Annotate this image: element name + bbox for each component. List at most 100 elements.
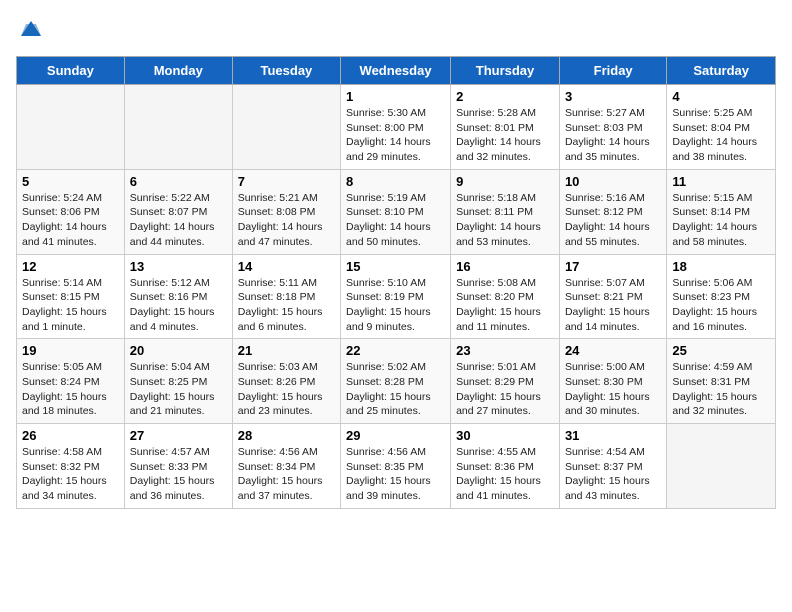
day-cell: 27 Sunrise: 4:57 AM Sunset: 8:33 PM Dayli… xyxy=(124,424,232,509)
day-cell: 31Sunrise: 4:54 AM Sunset: 8:37 PM Dayli… xyxy=(559,424,666,509)
day-cell: 18 Sunrise: 5:06 AM Sunset: 8:23 PM Dayli… xyxy=(667,254,776,339)
day-cell xyxy=(667,424,776,509)
day-cell: 11 Sunrise: 5:15 AM Sunset: 8:14 PM Dayli… xyxy=(667,169,776,254)
week-row-1: 1Sunrise: 5:30 AM Sunset: 8:00 PM Daylig… xyxy=(17,85,776,170)
day-number: 20 xyxy=(130,343,227,358)
day-cell: 14 Sunrise: 5:11 AM Sunset: 8:18 PM Dayli… xyxy=(232,254,340,339)
day-cell: 6 Sunrise: 5:22 AM Sunset: 8:07 PM Daylig… xyxy=(124,169,232,254)
day-info: Sunrise: 5:00 AM Sunset: 8:30 PM Dayligh… xyxy=(565,360,661,419)
day-cell: 4Sunrise: 5:25 AM Sunset: 8:04 PM Daylig… xyxy=(667,85,776,170)
day-number: 18 xyxy=(672,259,770,274)
day-info: Sunrise: 5:21 AM Sunset: 8:08 PM Dayligh… xyxy=(238,191,335,250)
day-info: Sunrise: 5:16 AM Sunset: 8:12 PM Dayligh… xyxy=(565,191,661,250)
day-number: 16 xyxy=(456,259,554,274)
day-number: 17 xyxy=(565,259,661,274)
day-info: Sunrise: 4:58 AM Sunset: 8:32 PM Dayligh… xyxy=(22,445,119,504)
day-number: 30 xyxy=(456,428,554,443)
day-info: Sunrise: 5:15 AM Sunset: 8:14 PM Dayligh… xyxy=(672,191,770,250)
day-number: 26 xyxy=(22,428,119,443)
day-number: 31 xyxy=(565,428,661,443)
calendar-body: 1Sunrise: 5:30 AM Sunset: 8:00 PM Daylig… xyxy=(17,85,776,509)
logo xyxy=(16,16,50,46)
day-number: 5 xyxy=(22,174,119,189)
day-cell: 15 Sunrise: 5:10 AM Sunset: 8:19 PM Dayli… xyxy=(341,254,451,339)
day-cell: 8Sunrise: 5:19 AM Sunset: 8:10 PM Daylig… xyxy=(341,169,451,254)
day-cell xyxy=(232,85,340,170)
day-cell: 29Sunrise: 4:56 AM Sunset: 8:35 PM Dayli… xyxy=(341,424,451,509)
day-info: Sunrise: 5:25 AM Sunset: 8:04 PM Dayligh… xyxy=(672,106,770,165)
day-number: 23 xyxy=(456,343,554,358)
header-sunday: Sunday xyxy=(17,57,125,85)
day-info: Sunrise: 5:11 AM Sunset: 8:18 PM Dayligh… xyxy=(238,276,335,335)
day-cell xyxy=(17,85,125,170)
day-number: 3 xyxy=(565,89,661,104)
day-number: 6 xyxy=(130,174,227,189)
week-row-3: 12 Sunrise: 5:14 AM Sunset: 8:15 PM Dayli… xyxy=(17,254,776,339)
week-row-2: 5 Sunrise: 5:24 AM Sunset: 8:06 PM Daylig… xyxy=(17,169,776,254)
day-info: Sunrise: 5:07 AM Sunset: 8:21 PM Dayligh… xyxy=(565,276,661,335)
day-cell: 19Sunrise: 5:05 AM Sunset: 8:24 PM Dayli… xyxy=(17,339,125,424)
day-cell: 30Sunrise: 4:55 AM Sunset: 8:36 PM Dayli… xyxy=(451,424,560,509)
page-header xyxy=(16,16,776,46)
day-cell: 16Sunrise: 5:08 AM Sunset: 8:20 PM Dayli… xyxy=(451,254,560,339)
header-thursday: Thursday xyxy=(451,57,560,85)
header-monday: Monday xyxy=(124,57,232,85)
day-number: 13 xyxy=(130,259,227,274)
day-cell: 26 Sunrise: 4:58 AM Sunset: 8:32 PM Dayli… xyxy=(17,424,125,509)
day-info: Sunrise: 5:19 AM Sunset: 8:10 PM Dayligh… xyxy=(346,191,445,250)
day-info: Sunrise: 5:06 AM Sunset: 8:23 PM Dayligh… xyxy=(672,276,770,335)
day-number: 28 xyxy=(238,428,335,443)
day-info: Sunrise: 5:18 AM Sunset: 8:11 PM Dayligh… xyxy=(456,191,554,250)
day-info: Sunrise: 5:04 AM Sunset: 8:25 PM Dayligh… xyxy=(130,360,227,419)
header-wednesday: Wednesday xyxy=(341,57,451,85)
header-friday: Friday xyxy=(559,57,666,85)
day-number: 22 xyxy=(346,343,445,358)
day-number: 25 xyxy=(672,343,770,358)
day-number: 27 xyxy=(130,428,227,443)
day-info: Sunrise: 5:22 AM Sunset: 8:07 PM Dayligh… xyxy=(130,191,227,250)
day-number: 15 xyxy=(346,259,445,274)
day-cell: 10 Sunrise: 5:16 AM Sunset: 8:12 PM Dayli… xyxy=(559,169,666,254)
day-info: Sunrise: 4:59 AM Sunset: 8:31 PM Dayligh… xyxy=(672,360,770,419)
day-cell: 2 Sunrise: 5:28 AM Sunset: 8:01 PM Daylig… xyxy=(451,85,560,170)
day-info: Sunrise: 5:01 AM Sunset: 8:29 PM Dayligh… xyxy=(456,360,554,419)
day-cell: 9 Sunrise: 5:18 AM Sunset: 8:11 PM Daylig… xyxy=(451,169,560,254)
day-number: 2 xyxy=(456,89,554,104)
day-info: Sunrise: 5:30 AM Sunset: 8:00 PM Dayligh… xyxy=(346,106,445,165)
week-row-4: 19Sunrise: 5:05 AM Sunset: 8:24 PM Dayli… xyxy=(17,339,776,424)
day-number: 9 xyxy=(456,174,554,189)
day-cell: 20 Sunrise: 5:04 AM Sunset: 8:25 PM Dayli… xyxy=(124,339,232,424)
day-info: Sunrise: 5:03 AM Sunset: 8:26 PM Dayligh… xyxy=(238,360,335,419)
header-row: SundayMondayTuesdayWednesdayThursdayFrid… xyxy=(17,57,776,85)
day-cell: 17 Sunrise: 5:07 AM Sunset: 8:21 PM Dayli… xyxy=(559,254,666,339)
logo-icon xyxy=(16,16,46,46)
day-cell: 22Sunrise: 5:02 AM Sunset: 8:28 PM Dayli… xyxy=(341,339,451,424)
day-number: 10 xyxy=(565,174,661,189)
day-info: Sunrise: 5:27 AM Sunset: 8:03 PM Dayligh… xyxy=(565,106,661,165)
day-cell: 25 Sunrise: 4:59 AM Sunset: 8:31 PM Dayli… xyxy=(667,339,776,424)
day-cell: 23 Sunrise: 5:01 AM Sunset: 8:29 PM Dayli… xyxy=(451,339,560,424)
day-info: Sunrise: 5:14 AM Sunset: 8:15 PM Dayligh… xyxy=(22,276,119,335)
day-info: Sunrise: 5:24 AM Sunset: 8:06 PM Dayligh… xyxy=(22,191,119,250)
day-info: Sunrise: 4:56 AM Sunset: 8:35 PM Dayligh… xyxy=(346,445,445,504)
calendar-table: SundayMondayTuesdayWednesdayThursdayFrid… xyxy=(16,56,776,509)
day-number: 21 xyxy=(238,343,335,358)
day-cell: 3 Sunrise: 5:27 AM Sunset: 8:03 PM Daylig… xyxy=(559,85,666,170)
day-info: Sunrise: 4:57 AM Sunset: 8:33 PM Dayligh… xyxy=(130,445,227,504)
day-info: Sunrise: 5:12 AM Sunset: 8:16 PM Dayligh… xyxy=(130,276,227,335)
day-cell: 13 Sunrise: 5:12 AM Sunset: 8:16 PM Dayli… xyxy=(124,254,232,339)
day-cell: 12 Sunrise: 5:14 AM Sunset: 8:15 PM Dayli… xyxy=(17,254,125,339)
header-saturday: Saturday xyxy=(667,57,776,85)
day-cell: 7 Sunrise: 5:21 AM Sunset: 8:08 PM Daylig… xyxy=(232,169,340,254)
day-cell xyxy=(124,85,232,170)
day-number: 14 xyxy=(238,259,335,274)
day-cell: 28 Sunrise: 4:56 AM Sunset: 8:34 PM Dayli… xyxy=(232,424,340,509)
day-info: Sunrise: 5:28 AM Sunset: 8:01 PM Dayligh… xyxy=(456,106,554,165)
day-number: 7 xyxy=(238,174,335,189)
day-info: Sunrise: 4:56 AM Sunset: 8:34 PM Dayligh… xyxy=(238,445,335,504)
day-number: 12 xyxy=(22,259,119,274)
day-number: 11 xyxy=(672,174,770,189)
day-info: Sunrise: 5:05 AM Sunset: 8:24 PM Dayligh… xyxy=(22,360,119,419)
day-info: Sunrise: 5:10 AM Sunset: 8:19 PM Dayligh… xyxy=(346,276,445,335)
header-tuesday: Tuesday xyxy=(232,57,340,85)
